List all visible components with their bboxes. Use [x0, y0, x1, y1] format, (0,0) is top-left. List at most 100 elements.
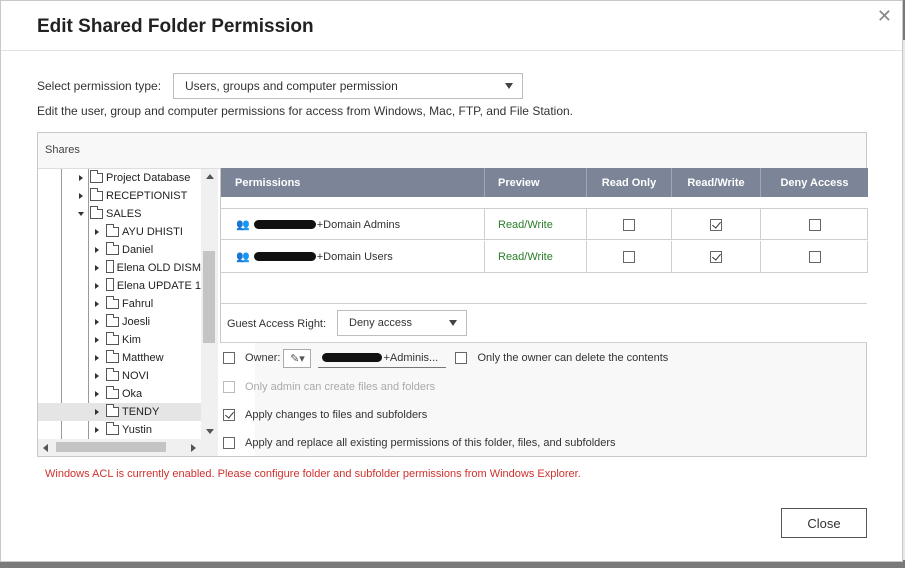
deny-access-cell	[761, 241, 868, 272]
apply-replace-option: Apply and replace all existing permissio…	[223, 435, 616, 451]
folder-icon	[106, 242, 119, 255]
close-icon[interactable]: ✕	[877, 7, 892, 25]
permission-type-row: Select permission type: Users, groups an…	[37, 73, 523, 99]
deny-access-checkbox[interactable]	[808, 218, 821, 231]
expand-arrow-icon[interactable]	[95, 373, 99, 379]
permission-description: Edit the user, group and computer permis…	[37, 104, 574, 118]
table-row[interactable]: 👥 +Domain Admins Read/Write	[221, 208, 868, 240]
read-write-cell	[672, 209, 761, 240]
tree-item-label: Daniel	[122, 244, 154, 256]
tree-item-elena-old[interactable]: Elena OLD DISM	[38, 259, 201, 277]
permission-type-select[interactable]: Users, groups and computer permission	[173, 73, 523, 99]
owner-checkbox[interactable]	[223, 352, 235, 364]
permissions-panel: Shares Project Database RECEPTIONIST SAL…	[37, 132, 868, 457]
owner-field[interactable]: +Adminis...	[318, 348, 447, 368]
expand-arrow-icon[interactable]	[79, 193, 83, 199]
expand-arrow-icon[interactable]	[95, 319, 99, 325]
tree-item-tendy[interactable]: TENDY	[38, 403, 201, 421]
collapse-arrow-icon[interactable]	[78, 212, 84, 216]
tree-item-ayu-dhisti[interactable]: AYU DHISTI	[38, 223, 201, 241]
tree-item-kim[interactable]: Kim	[38, 331, 201, 349]
apply-changes-checkbox[interactable]	[223, 409, 235, 421]
tree-item-label: Elena UPDATE 1	[116, 280, 201, 292]
redacted-text	[253, 220, 316, 229]
tree-item-receptionist[interactable]: RECEPTIONIST	[38, 187, 201, 205]
folder-icon	[106, 278, 114, 291]
tree-item-daniel[interactable]: Daniel	[38, 241, 201, 259]
expand-arrow-icon[interactable]	[79, 175, 83, 181]
folder-icon	[106, 350, 119, 363]
permission-type-label: Select permission type:	[37, 79, 162, 93]
tree-item-label: AYU DHISTI	[122, 226, 183, 238]
apply-replace-label: Apply and replace all existing permissio…	[245, 437, 616, 449]
dialog-title: Edit Shared Folder Permission	[37, 16, 314, 37]
scroll-right-icon[interactable]	[191, 444, 196, 452]
tree-item-oka[interactable]: Oka	[38, 385, 201, 403]
read-only-cell	[587, 209, 672, 240]
preview-value: Read/Write	[485, 209, 587, 240]
guest-access-select[interactable]: Deny access	[337, 310, 467, 336]
table-row[interactable]: 👥 +Domain Users Read/Write	[221, 241, 868, 273]
edit-owner-button[interactable]: ✎▾	[283, 348, 312, 368]
preview-value: Read/Write	[485, 241, 587, 272]
close-button[interactable]: Close	[781, 508, 867, 538]
guest-access-value: Deny access	[349, 317, 412, 329]
apply-replace-checkbox[interactable]	[223, 437, 235, 449]
scrollbar-thumb[interactable]	[56, 442, 166, 452]
folder-icon	[106, 386, 119, 399]
expand-arrow-icon[interactable]	[95, 265, 99, 271]
admin-only-create-checkbox[interactable]	[223, 381, 235, 393]
shares-label: Shares	[45, 144, 80, 156]
read-write-checkbox[interactable]	[710, 218, 722, 231]
folder-icon	[106, 422, 119, 435]
expand-arrow-icon[interactable]	[95, 337, 99, 343]
tree-vertical-scrollbar[interactable]	[201, 169, 218, 439]
expand-arrow-icon[interactable]	[95, 301, 99, 307]
owner-value: +Adminis...	[383, 351, 439, 364]
read-write-checkbox[interactable]	[710, 250, 722, 263]
redacted-text	[253, 252, 316, 261]
tree-item-yustin[interactable]: Yustin	[38, 421, 201, 439]
owner-only-delete-checkbox[interactable]	[455, 352, 468, 364]
tree-item-sales[interactable]: SALES	[38, 205, 201, 223]
admin-only-create-option: Only admin can create files and folders	[223, 379, 435, 395]
expand-arrow-icon[interactable]	[95, 247, 99, 253]
expand-arrow-icon[interactable]	[95, 409, 99, 415]
scroll-down-icon[interactable]	[206, 429, 214, 434]
permission-name-cell: 👥 +Domain Admins	[221, 209, 485, 240]
read-only-checkbox[interactable]	[623, 218, 635, 231]
expand-arrow-icon[interactable]	[95, 283, 99, 289]
scroll-up-icon[interactable]	[206, 174, 214, 179]
group-icon: 👥	[236, 219, 250, 231]
tree-item-fahrul[interactable]: Fahrul	[38, 295, 201, 313]
redacted-text	[322, 353, 383, 362]
tree-item-elena-update[interactable]: Elena UPDATE 1	[38, 277, 201, 295]
tree-item-label: NOVI	[122, 370, 149, 382]
scroll-left-icon[interactable]	[43, 444, 48, 452]
tree-item-matthew[interactable]: Matthew	[38, 349, 201, 367]
tree-item-label: Elena OLD DISM	[116, 262, 201, 274]
expand-arrow-icon[interactable]	[95, 391, 99, 397]
owner-only-delete-label: Only the owner can delete the contents	[477, 352, 669, 364]
column-permissions: Permissions	[221, 168, 485, 197]
deny-access-cell	[761, 209, 868, 240]
tree-item-joesli[interactable]: Joesli	[38, 313, 201, 331]
tree-item-label: Kim	[122, 334, 141, 346]
tree-item-project-database[interactable]: Project Database	[38, 169, 201, 187]
folder-icon	[106, 296, 119, 309]
windows-acl-warning: Windows ACL is currently enabled. Please…	[45, 468, 581, 480]
tree-item-novi[interactable]: NOVI	[38, 367, 201, 385]
scrollbar-thumb[interactable]	[203, 251, 215, 343]
folder-icon	[106, 332, 119, 345]
deny-access-checkbox[interactable]	[808, 250, 821, 263]
read-write-cell	[672, 241, 761, 272]
read-only-checkbox[interactable]	[623, 250, 635, 263]
expand-arrow-icon[interactable]	[95, 229, 99, 235]
owner-option: Owner: ✎▾ +Adminis... Only the owner can…	[223, 348, 669, 368]
expand-arrow-icon[interactable]	[95, 355, 99, 361]
tree-horizontal-scrollbar[interactable]	[38, 439, 218, 456]
folder-open-icon	[90, 206, 103, 219]
expand-arrow-icon[interactable]	[95, 427, 99, 433]
dialog-header: Edit Shared Folder Permission ✕	[1, 1, 902, 51]
tree-item-label: Yustin	[122, 424, 152, 436]
